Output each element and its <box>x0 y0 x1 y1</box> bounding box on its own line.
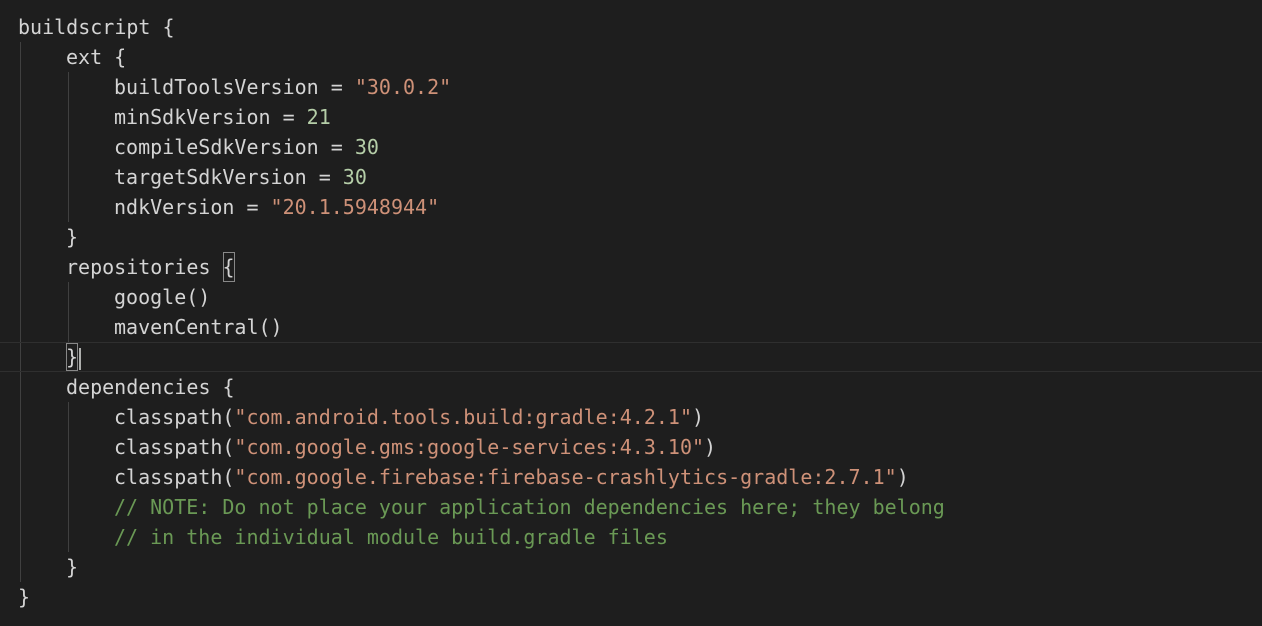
code-line[interactable]: classpath("com.android.tools.build:gradl… <box>0 402 1262 432</box>
string-literal: "com.android.tools.build:gradle:4.2.1" <box>234 405 692 429</box>
code-line[interactable]: classpath("com.google.firebase:firebase-… <box>0 462 1262 492</box>
code-token: ) <box>704 435 717 459</box>
code-token: compileSdkVersion = <box>114 135 355 159</box>
string-literal: "30.0.2" <box>354 75 452 99</box>
code-token: dependencies { <box>66 375 235 399</box>
code-token: ndkVersion = <box>114 195 271 219</box>
code-token: classpath( <box>114 405 235 429</box>
code-line[interactable]: // NOTE: Do not place your application d… <box>0 492 1262 522</box>
code-token: ext { <box>66 45 127 69</box>
code-line[interactable]: targetSdkVersion = 30 <box>0 162 1262 192</box>
code-line-content: dependencies { <box>66 372 235 402</box>
code-token: targetSdkVersion = <box>114 165 343 189</box>
code-line[interactable]: classpath("com.google.gms:google-service… <box>0 432 1262 462</box>
code-line-content: } <box>18 582 30 612</box>
string-literal: "com.google.firebase:firebase-crashlytic… <box>234 465 897 489</box>
code-token: google() <box>114 285 211 309</box>
matched-bracket: { <box>222 252 235 282</box>
code-line-content: targetSdkVersion = 30 <box>114 162 367 192</box>
code-token: classpath( <box>114 435 235 459</box>
code-comment: // NOTE: Do not place your application d… <box>114 495 945 519</box>
code-line-content: classpath("com.google.gms:google-service… <box>114 432 716 462</box>
code-line-content: classpath("com.google.firebase:firebase-… <box>114 462 909 492</box>
code-token: buildToolsVersion = <box>114 75 355 99</box>
code-line[interactable]: buildToolsVersion = "30.0.2" <box>0 72 1262 102</box>
code-token: minSdkVersion = <box>114 105 307 129</box>
code-line[interactable]: } <box>0 552 1262 582</box>
code-line-content: // in the individual module build.gradle… <box>114 522 668 552</box>
code-line[interactable]: mavenCentral() <box>0 312 1262 342</box>
code-token: } <box>66 225 79 249</box>
matched-bracket: } <box>66 343 79 371</box>
code-line-content: } <box>66 552 78 582</box>
code-line[interactable]: } <box>0 582 1262 612</box>
code-line[interactable]: dependencies { <box>0 372 1262 402</box>
code-line-content: ndkVersion = "20.1.5948944" <box>114 192 439 222</box>
code-line-content: repositories { <box>66 252 235 282</box>
code-token: mavenCentral() <box>114 315 283 339</box>
code-line-content: buildToolsVersion = "30.0.2" <box>114 72 451 102</box>
string-literal: "com.google.gms:google-services:4.3.10" <box>234 435 705 459</box>
code-line-content: ext { <box>66 42 126 72</box>
string-literal: "20.1.5948944" <box>270 195 440 219</box>
code-editor[interactable]: buildscript { ext { buildToolsVersion = "3… <box>0 0 1262 626</box>
code-line-content: buildscript { <box>18 12 175 42</box>
code-token: } <box>66 555 79 579</box>
code-line[interactable]: minSdkVersion = 21 <box>0 102 1262 132</box>
code-line[interactable]: ndkVersion = "20.1.5948944" <box>0 192 1262 222</box>
code-line[interactable]: } <box>0 222 1262 252</box>
code-line[interactable]: // in the individual module build.gradle… <box>0 522 1262 552</box>
code-token: ) <box>691 405 705 429</box>
code-token: classpath( <box>114 465 235 489</box>
number-literal: 30 <box>342 165 367 189</box>
code-line-content: // NOTE: Do not place your application d… <box>114 492 945 522</box>
code-line[interactable]: google() <box>0 282 1262 312</box>
number-literal: 30 <box>354 135 379 159</box>
code-line-content: } <box>66 222 78 252</box>
text-cursor <box>79 347 82 370</box>
code-line-content: compileSdkVersion = 30 <box>114 132 379 162</box>
code-line[interactable]: buildscript { <box>0 12 1262 42</box>
code-line[interactable]: ext { <box>0 42 1262 72</box>
code-line-content: mavenCentral() <box>114 312 283 342</box>
code-line-content: } <box>66 343 82 371</box>
code-line-content: google() <box>114 282 210 312</box>
code-token: } <box>18 585 31 609</box>
code-token: buildscript { <box>18 15 175 39</box>
code-line[interactable]: } <box>0 342 1262 372</box>
code-line[interactable]: compileSdkVersion = 30 <box>0 132 1262 162</box>
code-line[interactable]: repositories { <box>0 252 1262 282</box>
number-literal: 21 <box>306 105 331 129</box>
code-token: ) <box>896 465 909 489</box>
code-comment: // in the individual module build.gradle… <box>114 525 668 549</box>
code-line-content: classpath("com.android.tools.build:gradl… <box>114 402 704 432</box>
code-token: repositories <box>66 255 223 279</box>
code-line-content: minSdkVersion = 21 <box>114 102 331 132</box>
